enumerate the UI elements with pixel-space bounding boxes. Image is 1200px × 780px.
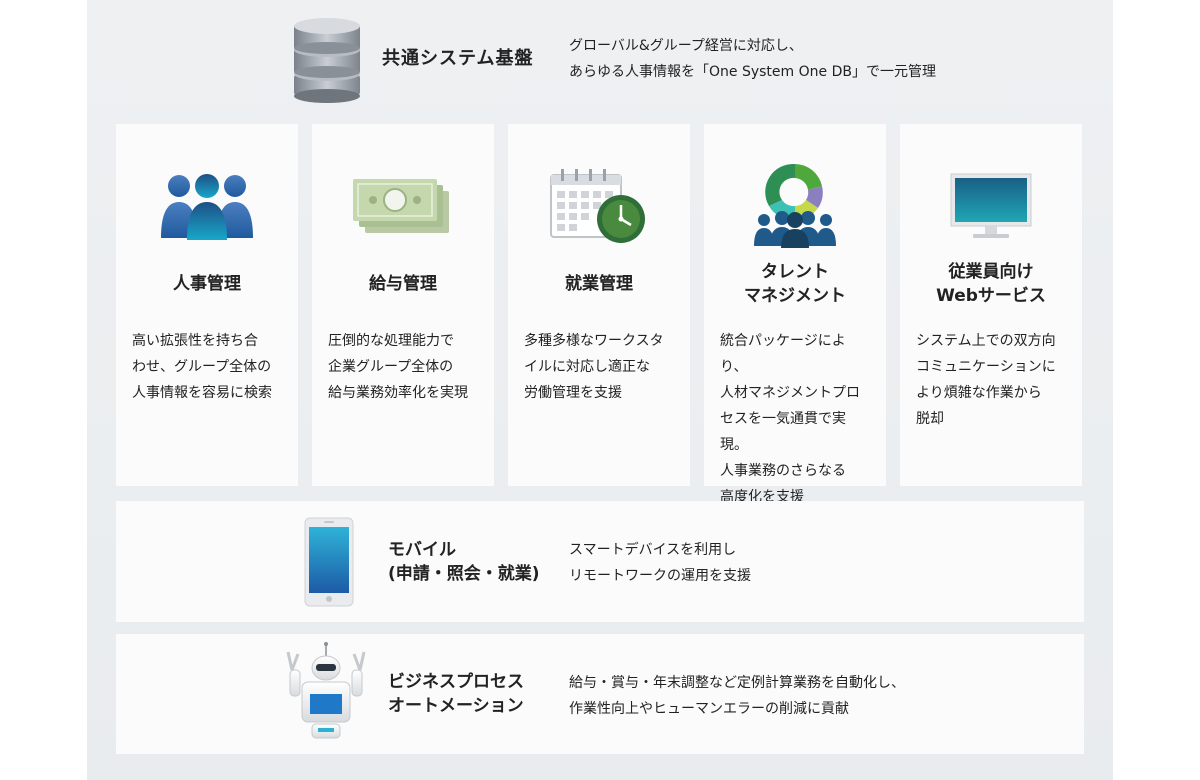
- card-description: 多種多様なワークスタ イルに対応し適正な 労働管理を支援: [524, 333, 664, 401]
- card-description: 圧倒的な処理能力で 企業グループ全体の 給与業務効率化を実現: [328, 333, 468, 401]
- card-title: タレント マネジメント: [744, 262, 846, 306]
- module-cards: 人事管理 高い拡張性を持ち合 わせ、グループ全体の 人事情報を容易に検索 給与管…: [116, 124, 1084, 505]
- row-title: モバイル (申請・照会・就業): [388, 540, 540, 584]
- card-title: 給与管理: [369, 274, 437, 294]
- card-payroll-management: 給与管理 圧倒的な処理能力で 企業グループ全体の 給与業務効率化を実現: [312, 124, 494, 486]
- smartphone-icon: [304, 517, 354, 607]
- card-title: 従業員向け Webサービス: [936, 262, 1046, 306]
- card-title: 就業管理: [565, 274, 633, 294]
- row-title: ビジネスプロセス オートメーション: [388, 672, 524, 716]
- database-icon: [294, 18, 360, 103]
- card-employee-web-service: 従業員向け Webサービス システム上での双方向 コミュニケーションに より煩雑…: [900, 124, 1082, 486]
- robot-icon: [286, 642, 366, 739]
- system-overview-panel: 共通システム基盤 グローバル&グループ経営に対応し、 あらゆる人事情報を「One…: [87, 0, 1113, 780]
- card-description: 統合パッケージにより、 人材マネジメントプロ セスを一気通貫で実現。 人事業務の…: [720, 333, 860, 505]
- rpa-row: ビジネスプロセス オートメーション 給与・賞与・年末調整など定例計算業務を自動化…: [116, 634, 1084, 754]
- banknote-icon: [353, 179, 449, 233]
- card-description: 高い拡張性を持ち合 わせ、グループ全体の 人事情報を容易に検索: [132, 333, 272, 401]
- card-title: 人事管理: [173, 274, 241, 294]
- monitor-icon: [950, 173, 1032, 238]
- mobile-row: モバイル (申請・照会・就業) スマートデバイスを利用し リモートワークの運用を…: [116, 501, 1084, 622]
- row-description: スマートデバイスを利用し リモートワークの運用を支援: [569, 542, 751, 584]
- calendar-clock-icon: [550, 169, 645, 243]
- card-attendance-management: 就業管理 多種多様なワークスタ イルに対応し適正な 労働管理を支援: [508, 124, 690, 486]
- card-hr-management: 人事管理 高い拡張性を持ち合 わせ、グループ全体の 人事情報を容易に検索: [116, 124, 298, 486]
- common-platform-header: 共通システム基盤 グローバル&グループ経営に対応し、 あらゆる人事情報を「One…: [292, 14, 992, 104]
- header-description: グローバル&グループ経営に対応し、 あらゆる人事情報を「One System O…: [569, 38, 936, 80]
- card-talent-management: タレント マネジメント 統合パッケージにより、 人材マネジメントプロ セスを一気…: [704, 124, 886, 505]
- people-icon: [161, 174, 253, 240]
- header-title: 共通システム基盤: [382, 48, 534, 69]
- row-description: 給与・賞与・年末調整など定例計算業務を自動化し、 作業性向上やヒューマンエラーの…: [569, 675, 905, 717]
- card-description: システム上での双方向 コミュニケーションに より煩雑な作業から 脱却: [916, 333, 1056, 427]
- talent-ring-icon: [754, 163, 836, 248]
